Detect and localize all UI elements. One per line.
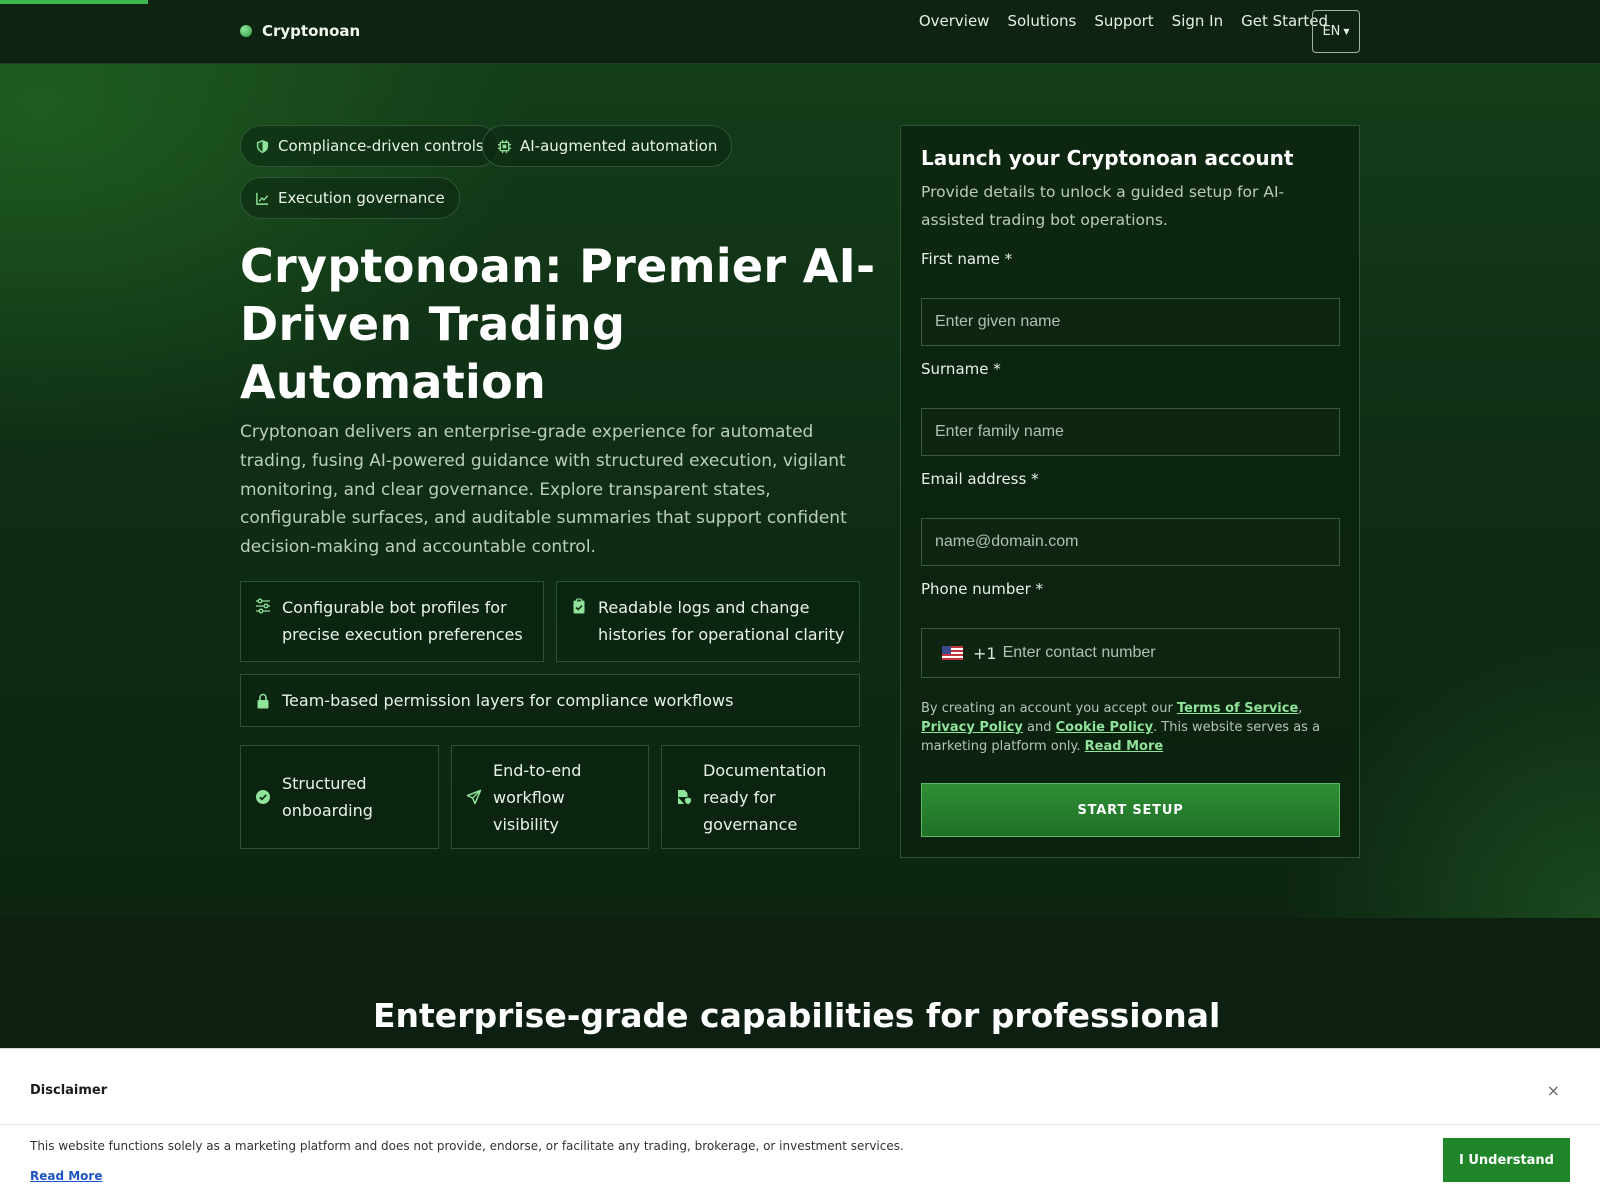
nav-support[interactable]: Support [1094, 12, 1153, 30]
read-more-link[interactable]: Read More [1085, 739, 1164, 754]
lock-icon [257, 693, 269, 708]
chip-icon [497, 139, 512, 153]
feature-card-onboarding: Structured onboarding [240, 745, 439, 849]
nav-solutions[interactable]: Solutions [1007, 12, 1076, 30]
brand-dot-icon [240, 25, 252, 37]
brand-logo[interactable]: Cryptonoan [240, 22, 360, 40]
feature-label: Structured onboarding [282, 774, 373, 820]
feature-card-bot-profiles: Configurable bot profiles for precise ex… [240, 581, 544, 662]
hero-description: Cryptonoan delivers an enterprise-grade … [240, 422, 847, 558]
site-header: Cryptonoan Overview Solutions Support Si… [0, 0, 1600, 64]
phone-label: Phone number * [921, 580, 1044, 598]
first-name-input[interactable] [921, 298, 1340, 346]
nav-overview[interactable]: Overview [919, 12, 990, 30]
phone-field: +1 [921, 628, 1340, 678]
disclaimer-read-more-link[interactable]: Read More [30, 1169, 103, 1183]
chart-line-icon [256, 192, 269, 205]
pill-execution-governance: Execution governance [240, 177, 460, 219]
hero-title: Cryptonoan: Premier AI-Driven Trading Au… [240, 239, 876, 409]
first-name-label: First name * [921, 250, 1013, 268]
email-label: Email address * [921, 470, 1039, 488]
brand-name: Cryptonoan [262, 22, 361, 40]
language-selector[interactable]: EN ▼ [1312, 10, 1360, 53]
feature-label: Readable logs and change histories for o… [598, 598, 845, 644]
disclaimer-header: Disclaimer × [0, 1059, 1600, 1125]
feature-card-permissions: Team-based permission layers for complia… [240, 674, 860, 727]
feature-label: Configurable bot profiles for precise ex… [282, 598, 523, 644]
terms-link[interactable]: Terms of Service [1177, 701, 1298, 716]
pill-compliance: Compliance-driven controls [240, 125, 499, 167]
main-nav: Overview Solutions Support Sign In Get S… [919, 12, 1328, 30]
email-input[interactable] [921, 518, 1340, 566]
feature-label: End-to-end workflow visibility [493, 760, 582, 834]
terms-text: By creating an account you accept our Te… [921, 701, 1321, 754]
chevron-down-icon: ▼ [1343, 27, 1350, 36]
privacy-link[interactable]: Privacy Policy [921, 720, 1023, 735]
start-setup-button[interactable]: START SETUP [921, 783, 1340, 837]
language-value: EN [1322, 24, 1341, 39]
pill-ai-automation: AI-augmented automation [482, 125, 733, 167]
phone-input[interactable] [1002, 629, 1339, 677]
form-title: Launch your Cryptonoan account [921, 146, 1294, 170]
disclaimer-banner: Disclaimer × This website functions sole… [0, 1048, 1600, 1200]
pill-label: Execution governance [278, 189, 445, 207]
clipboard-check-icon [573, 598, 585, 614]
feature-card-documentation: Documentation ready for governance [661, 745, 860, 849]
feature-card-logs: Readable logs and change histories for o… [556, 581, 860, 662]
close-icon[interactable]: × [1547, 1081, 1560, 1100]
shield-icon [256, 139, 269, 153]
send-icon [466, 789, 482, 805]
check-circle-icon [256, 790, 270, 804]
feature-card-workflow: End-to-end workflow visibility [451, 745, 649, 849]
feature-label: Team-based permission layers for complia… [282, 691, 734, 710]
us-flag-icon[interactable] [942, 646, 963, 660]
cookie-link[interactable]: Cookie Policy [1056, 720, 1153, 735]
i-understand-button[interactable]: I Understand [1443, 1138, 1570, 1182]
disclaimer-text: This website functions solely as a marke… [30, 1139, 904, 1153]
surname-input[interactable] [921, 408, 1340, 456]
pill-label: AI-augmented automation [520, 137, 718, 155]
feature-label: Documentation ready for governance [703, 760, 827, 834]
section-title: Enterprise-grade capabilities for profes… [373, 996, 1221, 1035]
page-progress-bar [0, 0, 148, 4]
sliders-icon [256, 598, 270, 614]
nav-sign-in[interactable]: Sign In [1172, 12, 1223, 30]
disclaimer-title: Disclaimer [30, 1083, 108, 1098]
surname-label: Surname * [921, 360, 1001, 378]
pill-label: Compliance-driven controls [278, 137, 484, 155]
file-shield-icon [678, 790, 691, 805]
phone-dial-code: +1 [973, 643, 997, 663]
signup-form: Launch your Cryptonoan account Provide d… [900, 125, 1360, 858]
form-subtitle: Provide details to unlock a guided setup… [921, 183, 1285, 229]
